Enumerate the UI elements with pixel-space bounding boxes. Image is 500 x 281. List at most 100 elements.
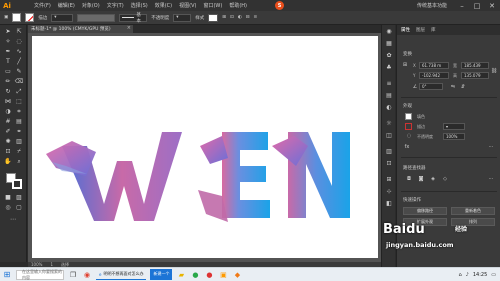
angle-field[interactable]: 0° [419, 83, 443, 90]
perspective-grid-tool-icon[interactable]: ⌗ [14, 107, 24, 116]
opacity-label[interactable]: 不透明度 [151, 15, 169, 21]
transform-icon[interactable]: ⊡ [230, 15, 234, 20]
tab-properties[interactable]: 属性 [401, 27, 410, 33]
color-mode-icon[interactable]: ■ [3, 193, 13, 202]
stroke-swatch-panel[interactable] [405, 123, 412, 130]
pen-tool-icon[interactable]: ✒ [3, 47, 13, 56]
y-field[interactable]: -102.942 [419, 72, 449, 79]
unite-icon[interactable]: ◘ [405, 175, 413, 183]
document-tab[interactable]: 未标题-1* @ 100% (CMYK/GPU 预览) × [28, 25, 133, 33]
offset-path-button[interactable]: 偏移路径 [403, 207, 447, 215]
pencil-tool-icon[interactable]: ✏ [3, 77, 13, 86]
flip-horizontal-icon[interactable]: ⇋ [449, 83, 457, 91]
menu-effect[interactable]: 效果(C) [155, 2, 172, 9]
reference-point-icon[interactable]: ⊞ [401, 61, 409, 69]
selection-tool-icon[interactable]: ➤ [3, 27, 13, 36]
menu-help[interactable]: 帮助(H) [229, 2, 247, 9]
variable-width-field[interactable] [77, 13, 116, 22]
recolor-icon[interactable]: ◐ [238, 15, 242, 20]
clock[interactable]: 14:25 [473, 272, 487, 278]
transparency-panel-icon[interactable]: ◐ [384, 103, 394, 112]
stroke-color-box[interactable] [12, 179, 22, 189]
close-icon[interactable]: ✕ [486, 0, 498, 11]
taskbar-task-illustrator[interactable]: 新建一个 [150, 269, 173, 280]
recolor-button[interactable]: 重新着色 [451, 207, 495, 215]
artboard-tool-icon[interactable]: ⊡ [3, 147, 13, 156]
fill-swatch-panel[interactable] [405, 113, 412, 120]
rotate-tool-icon[interactable]: ↻ [3, 87, 13, 96]
layers-panel-icon[interactable]: ▥ [384, 147, 394, 156]
paintbrush-tool-icon[interactable]: ✎ [14, 67, 24, 76]
width-field[interactable]: 185.439 [461, 62, 489, 69]
draw-mode-icon[interactable]: ◎ [3, 203, 13, 212]
canvas[interactable] [28, 33, 381, 262]
minus-front-icon[interactable]: ◙ [417, 175, 425, 183]
flip-vertical-icon[interactable]: ⇵ [459, 83, 467, 91]
panel-menu-icon[interactable]: ≡ [254, 15, 258, 20]
taskbar-search-input[interactable]: 在这里输入你要搜索的内容 [16, 269, 64, 280]
intersect-icon[interactable]: ◈ [429, 175, 437, 183]
type-tool-icon[interactable]: T [3, 57, 13, 66]
magic-wand-icon[interactable]: ✧ [3, 37, 13, 46]
windows-start-icon[interactable]: ⊞ [0, 268, 14, 281]
menu-edit[interactable]: 编辑(E) [58, 2, 75, 9]
stroke-weight-panel-field[interactable]: ▾ [443, 123, 465, 130]
graphic-styles-panel-icon[interactable]: ◫ [384, 131, 394, 140]
more-options-icon[interactable]: ⋯ [487, 143, 495, 151]
brushes-panel-icon[interactable]: ✿ [384, 51, 394, 60]
workspace-switcher[interactable]: 传统基本功能 [417, 2, 447, 9]
line-tool-icon[interactable]: ╱ [14, 57, 24, 66]
app-icon-orange[interactable]: ◆ [232, 270, 242, 280]
stroke-swatch[interactable] [25, 13, 35, 22]
appearance-panel-icon[interactable]: ☼ [384, 119, 394, 128]
lasso-tool-icon[interactable]: ◌ [14, 37, 24, 46]
symbol-sprayer-tool-icon[interactable]: ✺ [3, 137, 13, 146]
style-swatch[interactable] [208, 13, 219, 22]
color-panel-icon[interactable]: ◉ [384, 27, 394, 36]
screen-mode-icon[interactable]: ▢ [14, 203, 24, 212]
close-tab-icon[interactable]: × [127, 25, 131, 31]
blend-tool-icon[interactable]: ⚭ [14, 127, 24, 136]
pathfinder-panel-icon[interactable]: ◧ [384, 199, 394, 208]
gradient-mode-icon[interactable]: ▨ [14, 193, 24, 202]
artboard[interactable] [32, 36, 378, 258]
taskbar-task-browser[interactable]: e 明明不想再面对怎么办 [96, 269, 147, 280]
isolate-icon[interactable]: ⊟ [246, 15, 250, 20]
chrome-icon[interactable]: ◉ [82, 270, 92, 280]
brush-definition-field[interactable]: 基本 [119, 13, 148, 24]
align-panel-icon[interactable]: ⊞ [384, 175, 394, 184]
task-view-icon[interactable]: ❐ [68, 270, 78, 280]
sogou-badge[interactable]: S [275, 1, 284, 10]
volume-icon[interactable]: ♪ [466, 272, 469, 278]
slice-tool-icon[interactable]: ⌿ [14, 147, 24, 156]
menu-window[interactable]: 窗口(W) [203, 2, 222, 9]
menu-file[interactable]: 文件(F) [34, 2, 51, 9]
gradient-panel-icon[interactable]: ▤ [384, 91, 394, 100]
fx-icon[interactable]: fx [403, 143, 411, 151]
letter-n[interactable] [272, 132, 350, 218]
opacity-panel-field[interactable]: 100% [443, 133, 465, 140]
illustrator-taskbar-icon[interactable]: ▣ [218, 270, 228, 280]
fill-swatch[interactable] [12, 13, 22, 22]
menu-object[interactable]: 对象(O) [82, 2, 100, 9]
hand-tool-icon[interactable]: ✋ [3, 157, 13, 166]
zoom-tool-icon[interactable]: ⌕ [14, 157, 24, 166]
gradient-tool-icon[interactable]: ▤ [14, 117, 24, 126]
artboards-panel-icon[interactable]: ⊡ [384, 159, 394, 168]
explorer-icon[interactable]: ▰ [176, 270, 186, 280]
mesh-tool-icon[interactable]: # [3, 117, 13, 126]
rectangle-tool-icon[interactable]: ▭ [3, 67, 13, 76]
wen-artwork[interactable] [32, 36, 378, 258]
curvature-tool-icon[interactable]: ∿ [14, 47, 24, 56]
height-field[interactable]: 135.079 [461, 72, 489, 79]
network-icon[interactable]: ⌂ [458, 272, 461, 278]
menu-view[interactable]: 视图(V) [179, 2, 196, 9]
free-transform-tool-icon[interactable]: ⬚ [14, 97, 24, 106]
menu-select[interactable]: 选择(S) [131, 2, 148, 9]
symbols-panel-icon[interactable]: ♣ [384, 63, 394, 72]
maximize-icon[interactable]: □ [471, 0, 483, 11]
x-field[interactable]: 61.738 m [419, 62, 449, 69]
eyedropper-tool-icon[interactable]: ✐ [3, 127, 13, 136]
stroke-panel-icon[interactable]: ≡ [384, 79, 394, 88]
stroke-weight-field[interactable]: ▾ [51, 13, 74, 22]
